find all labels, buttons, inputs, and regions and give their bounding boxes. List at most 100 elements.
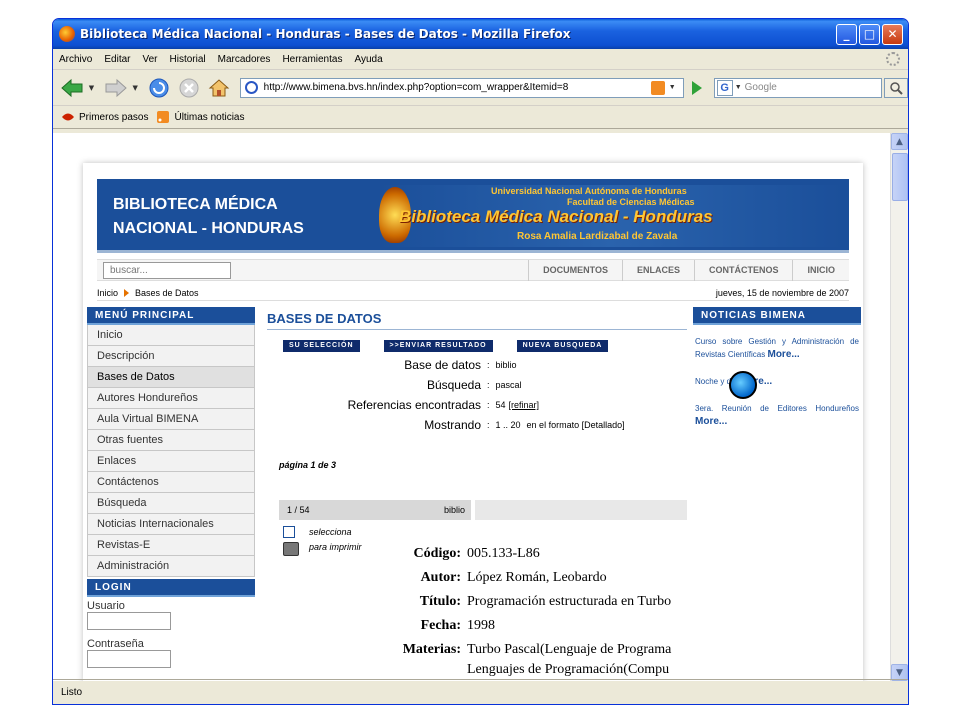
banner-line-2: NACIONAL - HONDURAS <box>113 220 304 237</box>
sidebar-item[interactable]: Autores Hondureños <box>87 388 255 409</box>
scroll-thumb[interactable] <box>892 153 908 201</box>
result-database: biblio <box>443 505 465 515</box>
sidebar-item[interactable]: Enlaces <box>87 451 255 472</box>
record-clip: para imprimir Código: 005.133-L86 Autor: L… <box>279 542 687 681</box>
menu-ayuda[interactable]: Ayuda <box>354 54 382 65</box>
record-materias-2: Lenguajes de Programación(Compu <box>371 662 669 678</box>
title-bar[interactable]: Biblioteca Médica Nacional - Honduras - … <box>53 19 908 49</box>
news-item[interactable]: Noche y día More... <box>693 375 861 388</box>
main-content: BASES DE DATOS SU SELECCIÓN >>ENVIAR RES… <box>267 311 687 681</box>
query-search: Búsqueda: pascal <box>267 376 687 394</box>
sidebar-item[interactable]: Descripción <box>87 346 255 367</box>
window-title: Biblioteca Médica Nacional - Honduras - … <box>80 27 571 41</box>
record-key: Título: <box>419 594 461 609</box>
record-key: Autor: <box>420 570 461 585</box>
bookmark-ultimas-noticias[interactable]: Últimas noticias <box>156 111 245 123</box>
maximize-button[interactable]: □ <box>859 23 880 45</box>
password-field[interactable] <box>87 650 171 668</box>
menu-herramientas[interactable]: Herramientas <box>282 54 342 65</box>
status-text: Listo <box>61 686 83 698</box>
su-seleccion-button[interactable]: SU SELECCIÓN <box>283 340 360 352</box>
sidebar-item[interactable]: Administración <box>87 556 255 577</box>
more-link[interactable]: More... <box>695 416 727 427</box>
red-bookmark-icon <box>62 113 74 121</box>
menu-ver[interactable]: Ver <box>142 54 157 65</box>
enviar-resultado-button[interactable]: >>ENVIAR RESULTADO <box>383 340 493 352</box>
menu-editar[interactable]: Editar <box>104 54 130 65</box>
top-navigation: DOCUMENTOS ENLACES CONTÁCTENOS INICIO <box>528 260 849 281</box>
banner-university: Universidad Nacional Autónoma de Hondura… <box>491 186 687 196</box>
breadcrumb-current: Bases de Datos <box>135 288 199 298</box>
close-button[interactable]: ✕ <box>882 23 903 45</box>
more-link[interactable]: More... <box>767 349 799 360</box>
sidebar-item[interactable]: Otras fuentes <box>87 430 255 451</box>
record-detail: para imprimir Código: 005.133-L86 Autor: L… <box>279 542 687 681</box>
news-title: NOTICIAS BIMENA <box>693 307 861 325</box>
result-header-left: 1 / 54 biblio <box>279 500 471 520</box>
forward-button[interactable] <box>103 75 129 101</box>
firefox-icon <box>59 26 75 42</box>
search-go-button[interactable] <box>884 77 908 98</box>
current-date: jueves, 15 de noviembre de 2007 <box>715 288 849 298</box>
back-history-dropdown-icon[interactable]: ▼ <box>89 84 97 92</box>
nueva-busqueda-button[interactable]: NUEVA BUSQUEDA <box>516 340 609 352</box>
select-label: selecciona <box>309 527 352 537</box>
home-button[interactable] <box>206 75 232 101</box>
username-field[interactable] <box>87 612 171 630</box>
sidebar-item[interactable]: Contáctenos <box>87 472 255 493</box>
back-button[interactable] <box>59 75 85 101</box>
nav-enlaces[interactable]: ENLACES <box>621 260 694 281</box>
rss-feed-icon[interactable] <box>650 80 665 95</box>
banner-title: BIBLIOTECA MÉDICA NACIONAL - HONDURAS <box>113 193 304 241</box>
news-item[interactable]: 3era. Reunión de Editores Hondureños Mor… <box>693 402 861 428</box>
breadcrumb-inicio[interactable]: Inicio <box>97 288 118 298</box>
menu-marcadores[interactable]: Marcadores <box>218 54 271 65</box>
password-label: Contraseña <box>87 638 144 650</box>
breadcrumb-row: Inicio Bases de Datos jueves, 15 de novi… <box>97 285 849 301</box>
minimize-button[interactable]: _ <box>836 23 857 45</box>
record-codigo: Código: 005.133-L86 <box>371 546 540 562</box>
search-engine-dropdown-icon[interactable]: ▼ <box>735 84 742 91</box>
vertical-scrollbar[interactable]: ▲ ▼ <box>890 133 908 681</box>
throbber-icon <box>886 52 900 66</box>
reload-button[interactable] <box>146 75 172 101</box>
forward-history-dropdown-icon[interactable]: ▼ <box>132 84 140 92</box>
result-header: 1 / 54 biblio <box>279 500 687 520</box>
print-row[interactable]: para imprimir <box>283 542 362 556</box>
nav-inicio[interactable]: INICIO <box>792 260 849 281</box>
sidebar-item[interactable]: Bases de Datos <box>87 367 255 388</box>
news-item[interactable]: Curso sobre Gestión y Administración de … <box>693 335 861 361</box>
search-placeholder: Google <box>744 82 777 93</box>
url-bar[interactable]: http://www.bimena.bvs.hn/index.php?optio… <box>239 77 684 98</box>
site-search-row: buscar... DOCUMENTOS ENLACES CONTÁCTENOS… <box>97 259 849 281</box>
sidebar-item[interactable]: Revistas-E <box>87 535 255 556</box>
main-menu-title: MENÚ PRINCIPAL <box>87 307 255 325</box>
query-key: Mostrando <box>424 418 481 432</box>
page-title: BASES DE DATOS <box>267 311 687 330</box>
scroll-up-button[interactable]: ▲ <box>891 133 908 150</box>
record-key <box>371 662 467 678</box>
site-search-input[interactable]: buscar... <box>103 262 231 279</box>
sidebar-item[interactable]: Inicio <box>87 325 255 346</box>
sidebar-item[interactable]: Noticias Internacionales <box>87 514 255 535</box>
stop-icon <box>179 78 199 97</box>
reload-icon <box>149 78 169 97</box>
sidebar-item[interactable]: Búsqueda <box>87 493 255 514</box>
go-button[interactable] <box>691 80 702 95</box>
nav-contactenos[interactable]: CONTÁCTENOS <box>693 260 793 281</box>
query-format: en el formato [Detallado] <box>526 420 625 430</box>
sidebar-item[interactable]: Aula Virtual BIMENA <box>87 409 255 430</box>
status-bar: Listo <box>53 679 908 704</box>
select-record-checkbox[interactable] <box>283 526 295 538</box>
menu-historial[interactable]: Historial <box>170 54 206 65</box>
rss-bookmark-icon <box>157 111 170 123</box>
url-history-dropdown-icon[interactable]: ▼ <box>669 84 677 91</box>
stop-button[interactable] <box>176 75 202 101</box>
search-engine-google-icon[interactable]: G <box>716 79 733 96</box>
menu-archivo[interactable]: Archivo <box>59 54 92 65</box>
refinar-link[interactable]: [refinar] <box>506 400 540 410</box>
page-viewport: BIBLIOTECA MÉDICA NACIONAL - HONDURAS Un… <box>53 133 891 681</box>
search-box[interactable]: G ▼ Google <box>713 77 883 98</box>
nav-documentos[interactable]: DOCUMENTOS <box>528 260 622 281</box>
bookmark-primeros-pasos[interactable]: Primeros pasos <box>61 111 148 123</box>
